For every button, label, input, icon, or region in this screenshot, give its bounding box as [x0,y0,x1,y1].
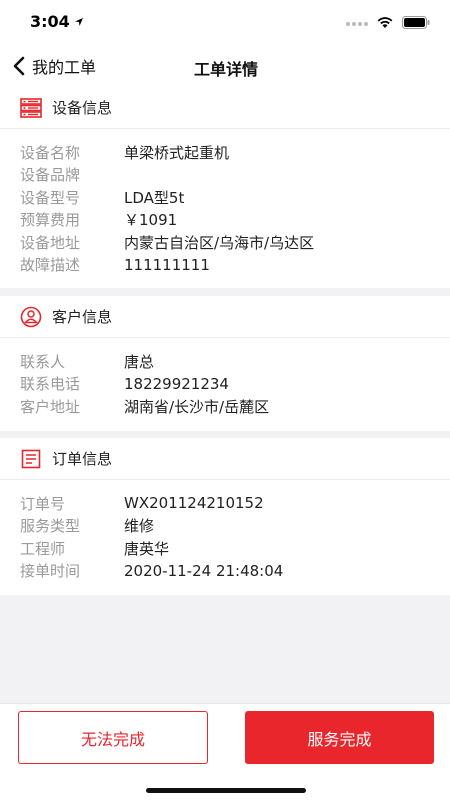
device-address-row: 设备地址 内蒙古自治区/乌海市/乌达区 [20,231,450,254]
device-info-body: 设备名称 单梁桥式起重机 设备品牌 设备型号 LDA型5t 预算费用 ￥1091 设备… [0,129,450,276]
field-label: 工程师 [20,539,66,558]
device-name-row: 设备名称 单梁桥式起重机 [20,141,450,164]
customer-info-header: 客户信息 [0,296,450,338]
chevron-left-icon [8,55,30,77]
field-value: ￥1091 [124,211,178,230]
wifi-icon [376,14,394,33]
contact-person-row: 联系人 唐总 [20,350,450,373]
order-info-header: 订单信息 [0,438,450,480]
status-indicators [346,14,430,33]
field-value: 湖南省/长沙市/岳麓区 [124,397,270,416]
contact-phone-row: 联系电话 18229921234 [20,373,450,396]
field-value: 维修 [124,517,155,536]
field-label: 订单号 [20,494,66,513]
location-arrow-icon [74,16,84,30]
server-icon [20,97,42,119]
customer-info-section: 客户信息 联系人 唐总 联系电话 18229921234 客户地址 湖南省/长沙市/岳… [0,296,450,431]
field-label: 设备名称 [20,143,81,162]
field-label: 故障描述 [20,256,81,275]
order-number-row: 订单号 WX201124210152 [20,492,450,515]
engineer-row: 工程师 唐英华 [20,537,450,560]
back-button[interactable]: 我的工单 [8,52,96,80]
customer-info-title: 客户信息 [52,308,113,326]
document-list-icon [20,448,42,470]
field-value: WX201124210152 [124,494,264,513]
customer-icon [20,306,42,328]
device-model-row: 设备型号 LDA型5t [20,186,450,209]
field-label: 设备地址 [20,233,81,252]
accept-time-row: 接单时间 2020-11-24 21:48:04 [20,560,450,583]
bottom-action-bar: 无法完成 服务完成 [0,703,450,800]
cellular-signal-icon [346,21,368,26]
order-info-body: 订单号 WX201124210152 服务类型 维修 工程师 唐英华 接单时间 2020… [0,480,450,582]
field-value: 内蒙古自治区/乌海市/乌达区 [124,233,315,252]
device-info-section: 设备信息 设备名称 单梁桥式起重机 设备品牌 设备型号 LDA型5t 预算费用 ￥10… [0,87,450,288]
field-label: 服务类型 [20,517,81,536]
device-info-header: 设备信息 [0,87,450,129]
field-value: LDA型5t [124,188,185,207]
field-value: 111111111 [124,255,210,274]
home-indicator[interactable] [146,788,306,793]
screen: 3:04 我的工单 工单详情 设备信息 设备名称 单梁桥式起重机 设备品牌 设备… [0,0,450,800]
device-info-title: 设备信息 [52,99,113,117]
status-bar: 3:04 [0,0,450,44]
battery-icon [402,14,430,33]
back-label: 我的工单 [32,58,97,77]
service-complete-button[interactable]: 服务完成 [245,711,434,764]
field-label: 客户地址 [20,397,81,416]
service-type-row: 服务类型 维修 [20,515,450,538]
status-time-text: 3:04 [30,12,70,31]
nav-bar: 我的工单 工单详情 [0,44,450,88]
field-label: 设备品牌 [20,166,81,185]
field-value: 唐英华 [124,539,170,558]
field-label: 预算费用 [20,211,81,230]
status-time: 3:04 [30,12,84,31]
page-title-text: 工单详情 [193,60,258,79]
order-info-section: 订单信息 订单号 WX201124210152 服务类型 维修 工程师 唐英华 接单时… [0,438,450,595]
fault-description-row: 故障描述 111111111 [20,254,450,277]
field-value: 2020-11-24 21:48:04 [124,561,284,580]
field-label: 设备型号 [20,188,81,207]
field-label: 联系人 [20,352,66,371]
order-info-title: 订单信息 [52,450,113,468]
customer-info-body: 联系人 唐总 联系电话 18229921234 客户地址 湖南省/长沙市/岳麓区 [0,338,450,418]
field-value: 单梁桥式起重机 [124,143,230,162]
customer-address-row: 客户地址 湖南省/长沙市/岳麓区 [20,395,450,418]
field-label: 联系电话 [20,375,81,394]
device-brand-row: 设备品牌 [20,164,450,187]
cannot-complete-button[interactable]: 无法完成 [18,711,208,764]
field-value: 18229921234 [124,374,229,393]
budget-row: 预算费用 ￥1091 [20,209,450,232]
field-value: 唐总 [124,352,155,371]
field-label: 接单时间 [20,562,81,581]
